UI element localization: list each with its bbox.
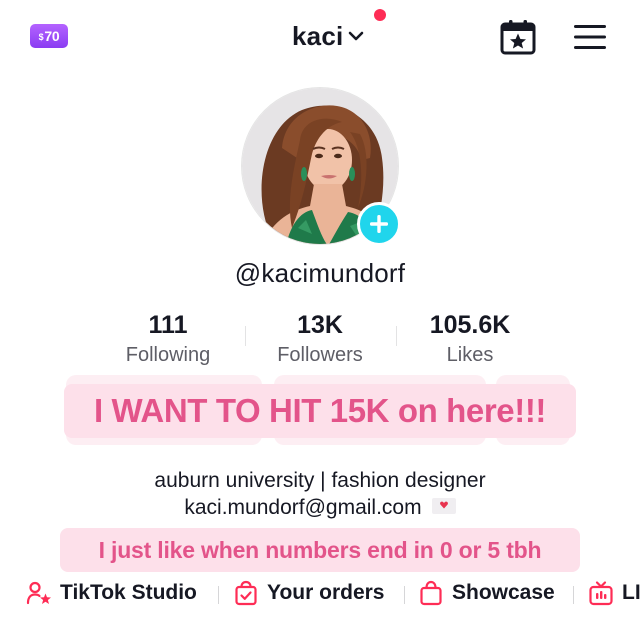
menu-button[interactable] bbox=[572, 22, 608, 52]
stat-followers[interactable]: 13K Followers bbox=[245, 310, 395, 368]
tool-separator bbox=[573, 586, 574, 604]
tool-your-orders[interactable]: Your orders bbox=[233, 578, 384, 608]
stat-following-label: Following bbox=[125, 344, 211, 366]
stat-likes[interactable]: 105.6K Likes bbox=[395, 310, 545, 368]
overlay-headline: I WANT TO HIT 15K on here!!! bbox=[64, 384, 576, 438]
coin-balance-badge[interactable]: $70 bbox=[30, 24, 68, 48]
tool-tiktok-studio[interactable]: TikTok Studio bbox=[26, 578, 197, 608]
notification-dot bbox=[374, 9, 386, 21]
stat-likes-label: Likes bbox=[446, 344, 494, 366]
coin-badge-value: 70 bbox=[44, 28, 60, 44]
tool-separator bbox=[218, 586, 219, 604]
stat-following[interactable]: 111 Following bbox=[93, 310, 243, 368]
creator-studio-icon bbox=[26, 581, 51, 605]
profile-username: @kacimundorf bbox=[234, 258, 406, 288]
calendar-button[interactable] bbox=[499, 18, 537, 56]
shopping-bag-icon bbox=[420, 580, 442, 606]
overlay-footnote: I just like when numbers end in 0 or 5 t… bbox=[60, 528, 580, 572]
coin-badge-prefix: $ bbox=[38, 32, 44, 42]
orders-bag-icon bbox=[235, 580, 257, 606]
love-letter-icon bbox=[431, 498, 456, 515]
tool-showcase-label: Showcase bbox=[452, 581, 555, 604]
tool-separator bbox=[404, 586, 405, 604]
tool-your-orders-label: Your orders bbox=[267, 581, 385, 604]
live-tv-icon bbox=[589, 581, 613, 606]
tool-tiktok-studio-label: TikTok Studio bbox=[60, 581, 197, 604]
account-name: kaci bbox=[292, 20, 344, 51]
account-switcher[interactable]: kaci bbox=[292, 18, 365, 54]
tool-live[interactable]: LI bbox=[588, 578, 640, 608]
plus-icon bbox=[370, 215, 388, 233]
tool-live-label: LI bbox=[622, 581, 640, 604]
stat-followers-value: 13K bbox=[297, 311, 343, 339]
stat-following-value: 111 bbox=[148, 311, 188, 339]
bio-email-line[interactable]: kaci.mundorf@gmail.com bbox=[0, 496, 640, 520]
chevron-down-icon bbox=[349, 31, 364, 41]
stat-followers-label: Followers bbox=[277, 344, 363, 366]
bio-email: kaci.mundorf@gmail.com bbox=[184, 496, 422, 519]
tool-showcase[interactable]: Showcase bbox=[418, 578, 555, 608]
stat-likes-value: 105.6K bbox=[429, 311, 511, 339]
bio-line: auburn university | fashion designer bbox=[154, 469, 486, 492]
hamburger-menu-icon bbox=[574, 25, 606, 49]
calendar-star-icon bbox=[500, 20, 536, 55]
add-profile-button[interactable] bbox=[357, 202, 401, 246]
profile-tools-row: TikTok Studio Your orders Showcase LI bbox=[0, 578, 640, 608]
